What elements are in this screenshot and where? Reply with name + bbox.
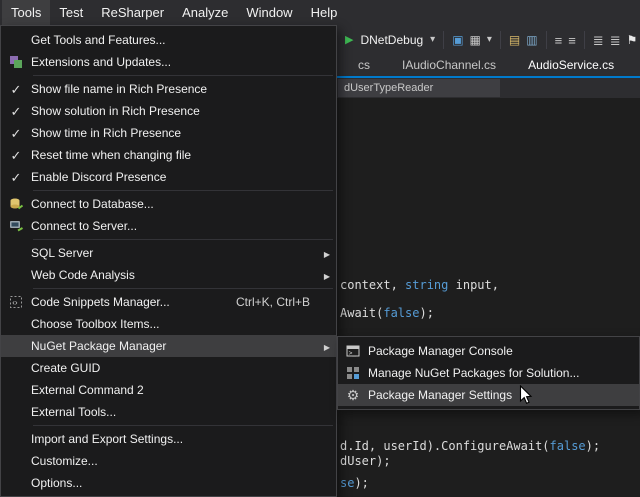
menu-item-reset-time-when-changing-file[interactable]: ✓Reset time when changing file bbox=[1, 144, 336, 166]
menu-item-label: Choose Toolbox Items... bbox=[31, 317, 330, 331]
menu-item-options[interactable]: Options... bbox=[1, 472, 336, 494]
menu-item-label: Package Manager Settings bbox=[368, 388, 633, 402]
menu-item-label: External Command 2 bbox=[31, 383, 330, 397]
menu-item-label: Import and Export Settings... bbox=[31, 432, 330, 446]
code-span: d.Id, userId).ConfigureAwait( bbox=[340, 439, 550, 453]
checkmark-icon: ✓ bbox=[1, 149, 31, 162]
menubar-item-tools[interactable]: Tools bbox=[2, 0, 50, 25]
code-line: dUser); bbox=[340, 454, 391, 469]
checkmark-icon: ✓ bbox=[1, 105, 31, 118]
menu-item-label: Web Code Analysis bbox=[31, 268, 316, 282]
menu-item-label: Reset time when changing file bbox=[31, 148, 330, 162]
svg-text:‹›: ‹› bbox=[12, 298, 18, 307]
menu-item-label: External Tools... bbox=[31, 405, 330, 419]
menu-item-web-code-analysis[interactable]: Web Code Analysis▶ bbox=[1, 264, 336, 286]
checkmark-icon: ✓ bbox=[1, 171, 31, 184]
menu-item-create-guid[interactable]: Create GUID bbox=[1, 357, 336, 379]
menu-item-label: SQL Server bbox=[31, 246, 316, 260]
menu-item-connect-to-database[interactable]: Connect to Database... bbox=[1, 193, 336, 215]
menu-item-nuget-package-manager[interactable]: NuGet Package Manager▶ bbox=[1, 335, 336, 357]
menu-item-external-command-2[interactable]: External Command 2 bbox=[1, 379, 336, 401]
svg-text:>_: >_ bbox=[349, 350, 357, 357]
code-span: input, bbox=[448, 278, 499, 292]
menu-separator bbox=[33, 75, 333, 76]
menu-item-shortcut: Ctrl+K, Ctrl+B bbox=[236, 295, 310, 309]
menu-item-label: Manage NuGet Packages for Solution... bbox=[368, 366, 633, 380]
menu-item-connect-to-server[interactable]: Connect to Server... bbox=[1, 215, 336, 237]
code-span: false bbox=[383, 306, 419, 320]
menu-item-label: Show solution in Rich Presence bbox=[31, 104, 330, 118]
console-icon: >_ bbox=[338, 344, 368, 358]
menu-item-manage-nuget-packages-for-solution[interactable]: Manage NuGet Packages for Solution... bbox=[338, 362, 639, 384]
submenu-arrow-icon: ▶ bbox=[316, 269, 330, 281]
code-line: d.Id, userId).ConfigureAwait(false); bbox=[340, 439, 600, 454]
menu-separator bbox=[33, 239, 333, 240]
menu-item-label: Package Manager Console bbox=[368, 344, 633, 358]
menu-item-show-solution-in-rich-presence[interactable]: ✓Show solution in Rich Presence bbox=[1, 100, 336, 122]
menu-item-extensions-and-updates[interactable]: Extensions and Updates... bbox=[1, 51, 336, 73]
database-icon bbox=[1, 197, 31, 211]
code-span: se bbox=[340, 476, 354, 490]
menu-item-label: Extensions and Updates... bbox=[31, 55, 330, 69]
code-span: ); bbox=[586, 439, 600, 453]
gear-icon: ⚙ bbox=[338, 388, 368, 402]
extensions-icon bbox=[1, 55, 31, 69]
menu-item-enable-discord-presence[interactable]: ✓Enable Discord Presence bbox=[1, 166, 336, 188]
menu-item-label: Options... bbox=[31, 476, 330, 490]
snippets-icon: ‹› bbox=[1, 295, 31, 309]
menu-item-label: Show time in Rich Presence bbox=[31, 126, 330, 140]
menubar-item-test[interactable]: Test bbox=[50, 0, 92, 25]
menu-separator bbox=[33, 190, 333, 191]
code-line: se); bbox=[340, 476, 369, 491]
checkmark-icon: ✓ bbox=[1, 127, 31, 140]
code-span: context, bbox=[340, 278, 405, 292]
code-line: context, string input, bbox=[340, 278, 499, 293]
menu-item-package-manager-settings[interactable]: ⚙Package Manager Settings bbox=[338, 384, 639, 406]
menu-item-customize[interactable]: Customize... bbox=[1, 450, 336, 472]
menu-item-show-file-name-in-rich-presence[interactable]: ✓Show file name in Rich Presence bbox=[1, 78, 336, 100]
menu-item-code-snippets-manager[interactable]: ‹› Code Snippets Manager...Ctrl+K, Ctrl+B bbox=[1, 291, 336, 313]
menu-item-label: Connect to Database... bbox=[31, 197, 330, 211]
menu-separator bbox=[33, 425, 333, 426]
menu-item-external-tools[interactable]: External Tools... bbox=[1, 401, 336, 423]
menubar-item-help[interactable]: Help bbox=[302, 0, 347, 25]
code-span: ); bbox=[419, 306, 433, 320]
tools-menu-panel: Get Tools and Features... Extensions and … bbox=[0, 25, 337, 497]
checkmark-icon: ✓ bbox=[1, 83, 31, 96]
code-span: Await( bbox=[340, 306, 383, 320]
code-span: string bbox=[405, 278, 448, 292]
menu-item-label: Get Tools and Features... bbox=[31, 33, 330, 47]
menu-item-get-tools-and-features[interactable]: Get Tools and Features... bbox=[1, 29, 336, 51]
menu-item-choose-toolbox-items[interactable]: Choose Toolbox Items... bbox=[1, 313, 336, 335]
menu-item-label: Show file name in Rich Presence bbox=[31, 82, 330, 96]
code-span: ); bbox=[354, 476, 368, 490]
menu-item-sql-server[interactable]: SQL Server▶ bbox=[1, 242, 336, 264]
menu-bar: ToolsTestReSharperAnalyzeWindowHelp bbox=[0, 0, 640, 25]
menubar-item-analyze[interactable]: Analyze bbox=[173, 0, 237, 25]
menu-item-label: Customize... bbox=[31, 454, 330, 468]
menubar-item-resharper[interactable]: ReSharper bbox=[92, 0, 173, 25]
menu-item-label: Enable Discord Presence bbox=[31, 170, 330, 184]
menu-item-label: Connect to Server... bbox=[31, 219, 330, 233]
submenu-arrow-icon: ▶ bbox=[316, 247, 330, 259]
server-icon bbox=[1, 219, 31, 233]
code-line: Await(false); bbox=[340, 306, 434, 321]
menu-item-import-and-export-settings[interactable]: Import and Export Settings... bbox=[1, 428, 336, 450]
code-span: dUser); bbox=[340, 454, 391, 468]
menu-item-label: Code Snippets Manager... bbox=[31, 295, 236, 309]
mouse-cursor bbox=[519, 385, 534, 406]
submenu-arrow-icon: ▶ bbox=[316, 340, 330, 352]
code-span: false bbox=[550, 439, 586, 453]
menubar-item-window[interactable]: Window bbox=[237, 0, 301, 25]
packages-icon bbox=[338, 366, 368, 380]
menu-separator bbox=[33, 288, 333, 289]
menu-item-label: NuGet Package Manager bbox=[31, 339, 316, 353]
menu-item-package-manager-console[interactable]: >_ Package Manager Console bbox=[338, 340, 639, 362]
menu-item-label: Create GUID bbox=[31, 361, 330, 375]
menu-item-show-time-in-rich-presence[interactable]: ✓Show time in Rich Presence bbox=[1, 122, 336, 144]
nuget-submenu-panel: >_ Package Manager Console Manage NuGet Pa… bbox=[337, 336, 640, 410]
